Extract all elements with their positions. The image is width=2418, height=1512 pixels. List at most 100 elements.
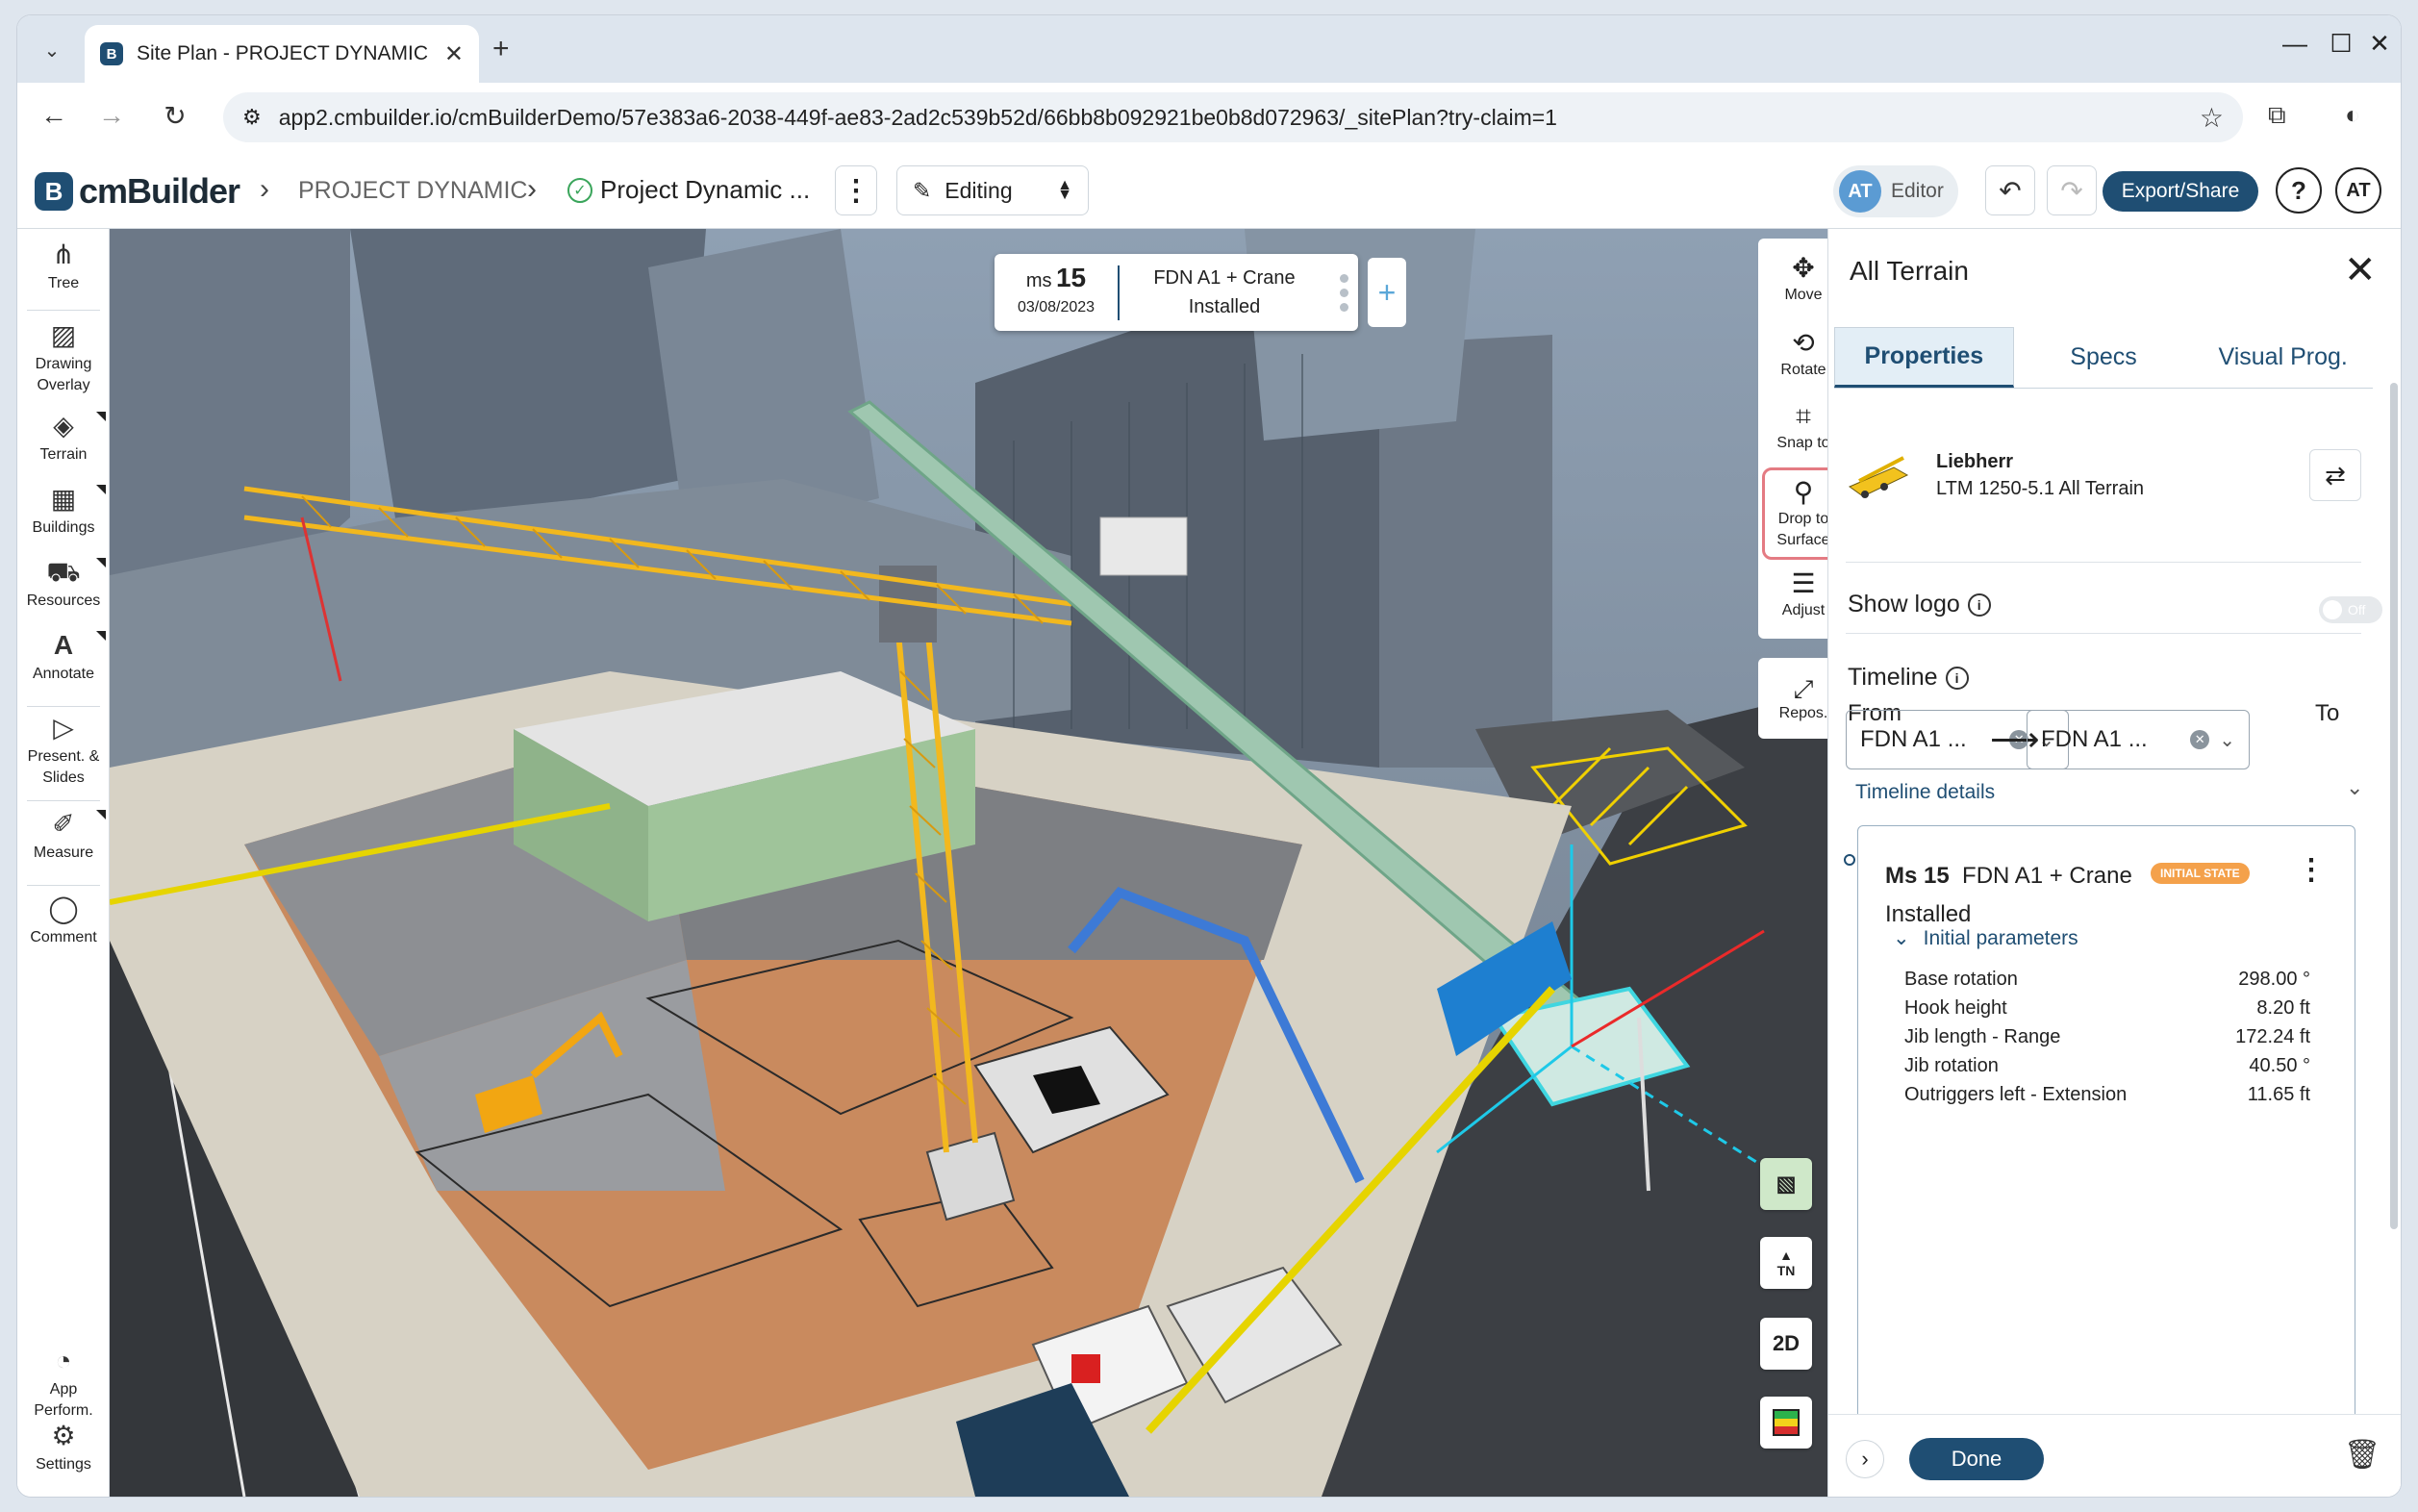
tool-move[interactable]: ✥ Move: [1762, 252, 1827, 306]
logo[interactable]: B cmBuilder: [35, 171, 240, 212]
tab-specs[interactable]: Specs: [2014, 327, 2194, 388]
trash-icon[interactable]: 🗑: [2344, 1438, 2380, 1472]
clear-icon[interactable]: ✕: [2190, 730, 2210, 749]
plan-menu-button[interactable]: ⋮: [835, 165, 877, 215]
2d-view-button[interactable]: 2D: [1760, 1318, 1812, 1370]
chevron-right-icon[interactable]: ›: [1846, 1440, 1884, 1478]
param-row: Jib length - Range 172.24 ft: [1904, 1026, 2310, 1048]
ruler-icon: ✐: [52, 809, 75, 839]
help-button[interactable]: ?: [2276, 167, 2322, 214]
resources-icon: ⛟: [46, 557, 81, 587]
to-select[interactable]: FDN A1 ... ✕ ⌄: [2027, 710, 2250, 769]
tab-title: Site Plan - PROJECT DYNAMIC |: [137, 42, 431, 64]
panel-scrollbar[interactable]: [2390, 383, 2398, 1229]
browser-window: ⌄ B Site Plan - PROJECT DYNAMIC | ✕ + — …: [17, 15, 2401, 1497]
param-value: 298.00 °: [2238, 969, 2310, 990]
true-north-button[interactable]: ▲ TN: [1760, 1237, 1812, 1289]
to-label: To: [2315, 700, 2340, 726]
export-share-button[interactable]: Export/Share: [2103, 171, 2258, 212]
bookmark-star-icon[interactable]: ☆: [2200, 102, 2224, 134]
tool-buildings[interactable]: ▦ Buildings: [17, 485, 110, 539]
tool-resources[interactable]: ⛟ Resources: [17, 558, 110, 612]
new-tab-icon[interactable]: +: [492, 33, 510, 65]
initial-parameters-toggle[interactable]: ⌄ Initial parameters: [1893, 926, 2078, 950]
reposition-icon: ⤢: [1793, 674, 1814, 703]
tool-label: Terrain: [39, 446, 88, 463]
site-info-icon[interactable]: ⚙: [242, 105, 262, 130]
panel-title: All Terrain: [1850, 256, 1969, 286]
back-icon[interactable]: ←: [35, 100, 73, 131]
tree-icon: ⋔: [52, 239, 75, 269]
param-row: Jib rotation 40.50 °: [1904, 1055, 2310, 1077]
browser-tab[interactable]: B Site Plan - PROJECT DYNAMIC | ✕: [85, 25, 479, 83]
tool-settings[interactable]: ⚙ Settings: [17, 1422, 110, 1475]
show-logo-toggle[interactable]: Off: [2319, 596, 2382, 623]
3d-viewport[interactable]: ms 15 03/08/2023 FDN A1 + Crane Installe…: [110, 229, 1827, 1497]
window-close-icon[interactable]: ✕: [2358, 29, 2401, 59]
chevron-down-icon[interactable]: ⌄: [2346, 775, 2363, 800]
add-milestone-button[interactable]: +: [1368, 258, 1406, 327]
tool-measure[interactable]: ✐ Measure: [17, 810, 110, 864]
timeline-row: Timeline i: [1848, 664, 1969, 692]
logo-text: cmBuilder: [79, 171, 240, 211]
tab-properties[interactable]: Properties: [1834, 327, 2014, 388]
param-name: Outriggers left - Extension: [1904, 1084, 2128, 1105]
info-icon[interactable]: i: [1967, 592, 1991, 617]
panel-close-icon[interactable]: ✕: [2344, 248, 2377, 292]
timeline-details-toggle[interactable]: Timeline details: [1855, 781, 1995, 804]
maximize-icon[interactable]: ☐: [2320, 29, 2362, 59]
drag-handle-icon[interactable]: [1329, 273, 1358, 312]
user-avatar-button[interactable]: AT: [2335, 167, 2381, 214]
milestone-date: 03/08/2023: [1017, 298, 1096, 315]
tool-label: Drop to Surface: [1776, 511, 1827, 548]
info-icon[interactable]: i: [1945, 666, 1969, 690]
milestone-details-card: Ms 15 FDN A1 + Crane Installed INITIAL S…: [1857, 825, 2355, 1422]
tool-terrain[interactable]: ◈ Terrain: [17, 412, 110, 466]
breadcrumb-project[interactable]: PROJECT DYNAMIC: [298, 177, 527, 205]
tool-label: Comment: [30, 929, 97, 945]
terrain-icon: ◈: [53, 411, 74, 441]
check-circle-icon: ✓: [567, 177, 592, 203]
minimize-icon[interactable]: —: [2274, 29, 2316, 59]
from-value: FDN A1 ...: [1860, 726, 1967, 752]
tab-close-icon[interactable]: ✕: [444, 40, 464, 68]
redo-button[interactable]: ↷: [2047, 165, 2097, 215]
tool-presentation[interactable]: ▷ Present. & Slides: [17, 714, 110, 789]
drop-pin-icon: ⚲: [1793, 477, 1814, 507]
role-badge[interactable]: AT Editor: [1833, 165, 1958, 217]
swap-model-button[interactable]: ⇄: [2309, 449, 2361, 501]
milestone-card[interactable]: ms 15 03/08/2023 FDN A1 + Crane Installe…: [995, 254, 1358, 331]
reload-icon[interactable]: ↻: [156, 100, 194, 132]
mode-select[interactable]: ✎ Editing ▲ ▼: [896, 165, 1089, 215]
milestone-menu-icon[interactable]: ⋮: [2297, 853, 2326, 887]
tool-drop-to-surface[interactable]: ⚲ Drop to Surface: [1762, 467, 1827, 560]
extensions-icon[interactable]: ⧉: [2268, 100, 2286, 131]
reposition-button[interactable]: ⤢ Repos.: [1758, 658, 1827, 739]
layers-button[interactable]: [1760, 1397, 1812, 1449]
tool-drawing-overlay[interactable]: ▨ Drawing Overlay: [17, 321, 110, 396]
tool-label: Adjust: [1781, 602, 1826, 618]
tool-adjust[interactable]: ☰ Adjust: [1762, 567, 1827, 621]
tool-tree[interactable]: ⋔ Tree: [17, 240, 110, 294]
tool-app-perform[interactable]: ◔ App Perform.: [17, 1347, 110, 1422]
breadcrumb-plan[interactable]: ✓ Project Dynamic ...: [567, 175, 810, 205]
map-view-button[interactable]: ▧: [1760, 1158, 1812, 1210]
site-scene-illustration: [110, 229, 1827, 1497]
done-button[interactable]: Done: [1909, 1438, 2044, 1480]
tool-comment[interactable]: ◯ Comment: [17, 895, 110, 948]
tool-rotate[interactable]: ⟲ Rotate: [1762, 327, 1827, 381]
tab-search-icon[interactable]: ⌄: [31, 33, 73, 67]
updown-icon: ▲ ▼: [1057, 177, 1072, 203]
snap-icon: ⌗: [1796, 401, 1811, 431]
repos-label: Repos.: [1778, 705, 1827, 721]
tool-annotate[interactable]: A Annotate: [17, 631, 110, 685]
logo-mark-icon: B: [35, 172, 73, 211]
tab-visual-prog[interactable]: Visual Prog.: [2193, 327, 2373, 388]
profile-icon[interactable]: ◐: [2345, 100, 2360, 130]
url-text: app2.cmbuilder.io/cmBuilderDemo/57e383a6…: [278, 104, 1557, 130]
url-bar[interactable]: ⚙ app2.cmbuilder.io/cmBuilderDemo/57e383…: [223, 92, 2243, 142]
undo-button[interactable]: ↶: [1985, 165, 2035, 215]
move-icon: ✥: [1792, 253, 1815, 283]
tool-snap-to[interactable]: ⌗ Snap to: [1762, 400, 1827, 454]
forward-icon[interactable]: →: [92, 100, 131, 131]
